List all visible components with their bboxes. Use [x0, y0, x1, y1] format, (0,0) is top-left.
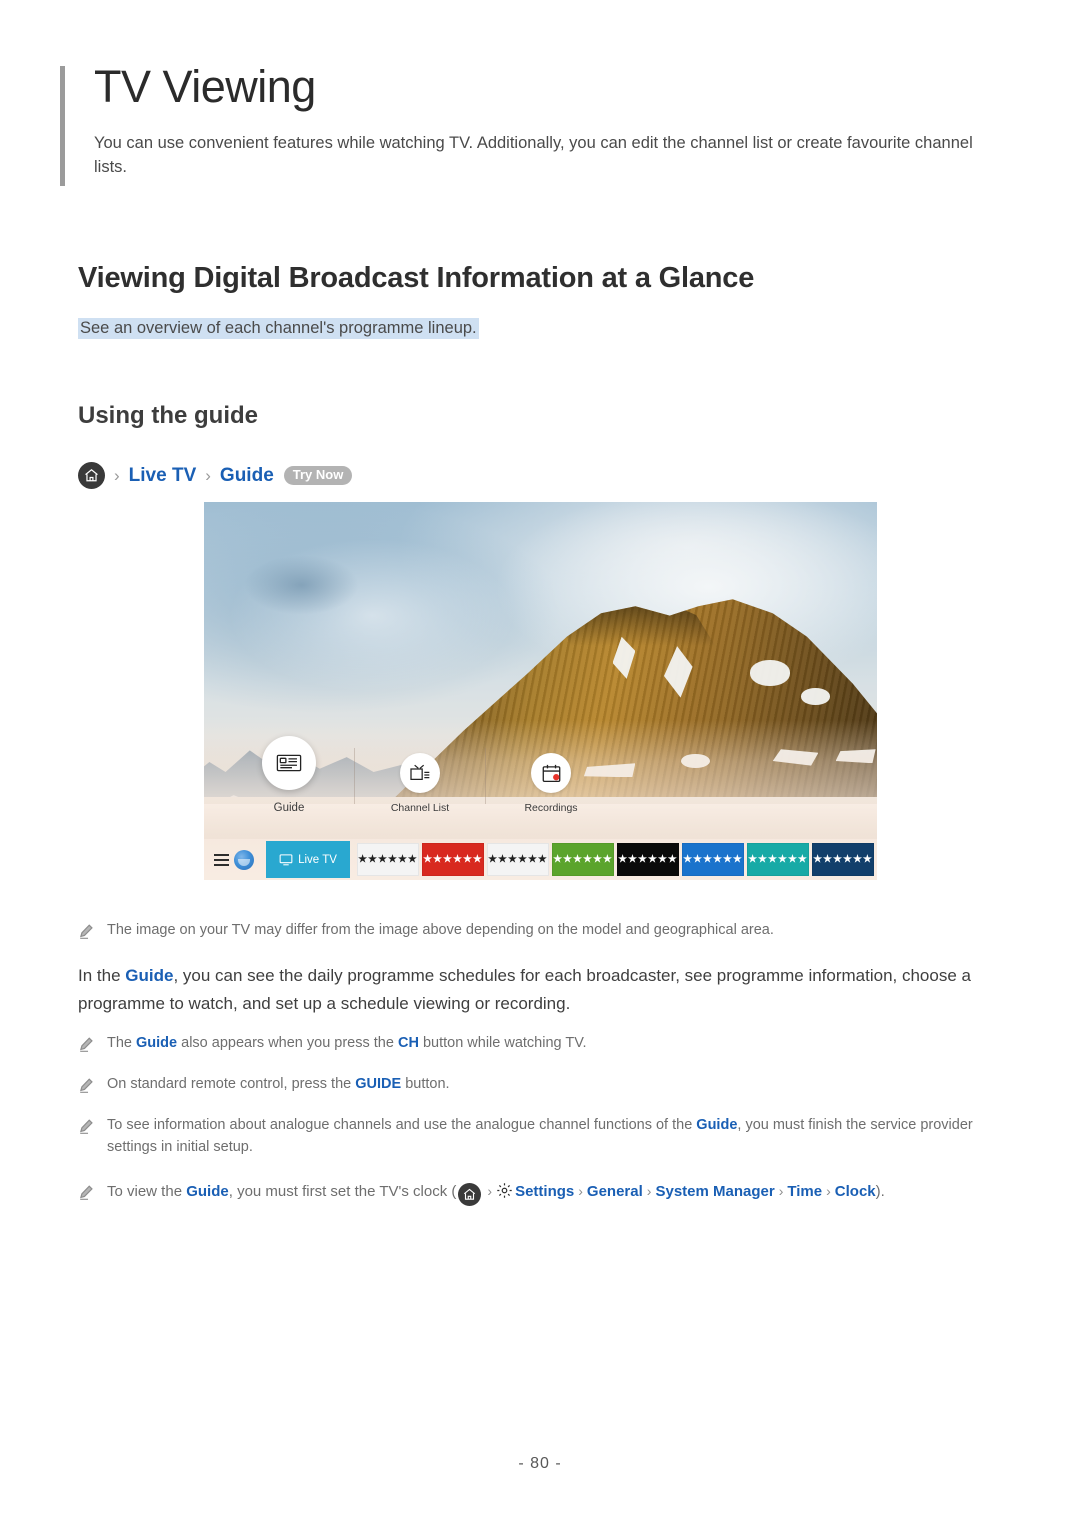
- app-tile[interactable]: ★★★★★★: [357, 843, 419, 876]
- pencil-icon: [78, 1184, 95, 1206]
- path-separator: ›: [646, 1183, 652, 1199]
- tv-screenshot: Guide Channel List Recordings Live TV ★★…: [204, 502, 877, 880]
- app-tile[interactable]: ★★★★★★: [682, 843, 744, 876]
- cloud-dark: [244, 554, 359, 616]
- path-separator: ›: [487, 1183, 493, 1199]
- tv-menu-label-guide: Guide: [273, 802, 305, 814]
- tv-menu-label-recordings: Recordings: [524, 802, 578, 814]
- note-ch-p3: button while watching TV.: [418, 1035, 587, 1051]
- title-block: TV Viewing You can use convenient featur…: [60, 61, 1020, 186]
- home-icon[interactable]: [78, 462, 105, 489]
- path-item-general[interactable]: General: [587, 1183, 643, 1200]
- page-number: - 80 -: [518, 1455, 562, 1472]
- note-text: On standard remote control, press the GU…: [107, 1074, 450, 1096]
- app-tile[interactable]: ★★★★★★: [552, 843, 614, 876]
- tv-menu-item-channel-list[interactable]: Channel List: [377, 753, 463, 814]
- hamburger-menu-icon[interactable]: [212, 853, 230, 866]
- snow-patch: [801, 688, 830, 705]
- menu-divider: [485, 748, 486, 804]
- page-title: TV Viewing: [94, 61, 316, 112]
- path-separator: ›: [578, 1183, 583, 1199]
- note-text: To view the Guide, you must first set th…: [107, 1181, 885, 1206]
- section-heading: Viewing Digital Broadcast Information at…: [78, 262, 755, 294]
- pencil-icon: [78, 923, 95, 945]
- title-accent-bar: [60, 66, 65, 186]
- section-subheading: See an overview of each channel's progra…: [78, 318, 479, 339]
- note-ch-p2: also appears when you press the: [177, 1035, 398, 1051]
- note-ch-link-guide[interactable]: Guide: [136, 1035, 177, 1051]
- note-guide-link[interactable]: GUIDE: [355, 1076, 401, 1092]
- path-separator: ›: [778, 1183, 784, 1199]
- home-icon[interactable]: [458, 1183, 482, 1206]
- tv-menu-item-recordings[interactable]: Recordings: [508, 753, 594, 814]
- path-item-system-manager[interactable]: System Manager: [655, 1183, 774, 1200]
- live-tv-tile[interactable]: Live TV: [266, 841, 350, 878]
- tv-menu-item-guide[interactable]: Guide: [246, 736, 332, 814]
- gear-icon: [497, 1183, 512, 1198]
- path-item-settings[interactable]: Settings: [515, 1183, 574, 1200]
- snow-patch: [749, 660, 790, 686]
- manual-page: TV Viewing You can use convenient featur…: [0, 0, 1080, 1527]
- note-ch-button: The Guide also appears when you press th…: [78, 1033, 978, 1058]
- breadcrumb-separator-2: ›: [205, 465, 211, 485]
- note-ch-p1: The: [107, 1035, 137, 1051]
- body-para-after: , you can see the daily programme schedu…: [78, 966, 971, 1013]
- page-intro: You can use convenient features while wa…: [94, 134, 973, 177]
- body-para-before: In the: [78, 966, 126, 985]
- path-item-clock[interactable]: Clock: [835, 1183, 876, 1200]
- path-separator: ›: [826, 1183, 831, 1199]
- note-analogue-p1: To see information about analogue channe…: [107, 1117, 697, 1133]
- tv-app-bar: Live TV ★★★★★★ ★★★★★★ ★★★★★★ ★★★★★★ ★★★★…: [204, 839, 877, 880]
- note-clock-link-guide[interactable]: Guide: [186, 1183, 229, 1200]
- body-paragraph: In the Guide, you can see the daily prog…: [78, 962, 1020, 1017]
- recordings-icon: [531, 753, 571, 793]
- note-clock-p2: , you must first set the TV's clock (: [228, 1183, 457, 1200]
- pencil-icon: [78, 1036, 95, 1058]
- note-image-disclaimer: The image on your TV may differ from the…: [78, 920, 978, 945]
- breadcrumb-separator-1: ›: [114, 465, 120, 485]
- note-ch-link-ch[interactable]: CH: [398, 1035, 419, 1051]
- live-tv-tile-label: Live TV: [298, 853, 337, 866]
- pencil-icon: [78, 1118, 95, 1140]
- note-analogue-link-guide[interactable]: Guide: [696, 1117, 737, 1133]
- app-tile[interactable]: ★★★★★★: [422, 843, 484, 876]
- breadcrumb-item-guide[interactable]: Guide: [220, 465, 274, 487]
- app-tile[interactable]: ★★★★★★: [747, 843, 809, 876]
- note-guide-button: On standard remote control, press the GU…: [78, 1074, 978, 1099]
- tv-menu-label-channel-list: Channel List: [390, 802, 450, 814]
- cloud-soft: [217, 532, 528, 699]
- note-guide-p1: On standard remote control, press the: [107, 1076, 356, 1092]
- try-now-badge[interactable]: Try Now: [283, 465, 353, 486]
- channel-list-icon: [400, 753, 440, 793]
- menu-divider: [354, 748, 355, 804]
- body-para-link-guide[interactable]: Guide: [125, 966, 173, 985]
- monitor-icon: [279, 853, 293, 865]
- guide-icon: [262, 736, 316, 790]
- subsection-heading: Using the guide: [78, 402, 258, 429]
- note-text: The image on your TV may differ from the…: [107, 922, 774, 938]
- pencil-icon: [78, 1077, 95, 1099]
- breadcrumb-item-live-tv[interactable]: Live TV: [129, 465, 197, 487]
- note-clock-p1: To view the: [107, 1183, 187, 1200]
- breadcrumb: › Live TV › Guide Try Now: [78, 462, 353, 489]
- app-tile[interactable]: ★★★★★★: [617, 843, 679, 876]
- note-clock-p3: ).: [875, 1183, 885, 1200]
- tv-menu-row: Guide Channel List Recordings: [246, 736, 594, 814]
- note-text: To see information about analogue channe…: [107, 1115, 978, 1159]
- app-tile[interactable]: ★★★★★★: [812, 843, 874, 876]
- note-guide-p2: button.: [401, 1076, 450, 1092]
- note-set-clock: To view the Guide, you must first set th…: [78, 1181, 978, 1206]
- note-analogue-channels: To see information about analogue channe…: [78, 1115, 978, 1159]
- note-text: The Guide also appears when you press th…: [107, 1033, 587, 1055]
- app-tile[interactable]: ★★★★★★: [487, 843, 549, 876]
- bixby-orb-icon[interactable]: [234, 849, 254, 870]
- path-item-time[interactable]: Time: [787, 1183, 822, 1200]
